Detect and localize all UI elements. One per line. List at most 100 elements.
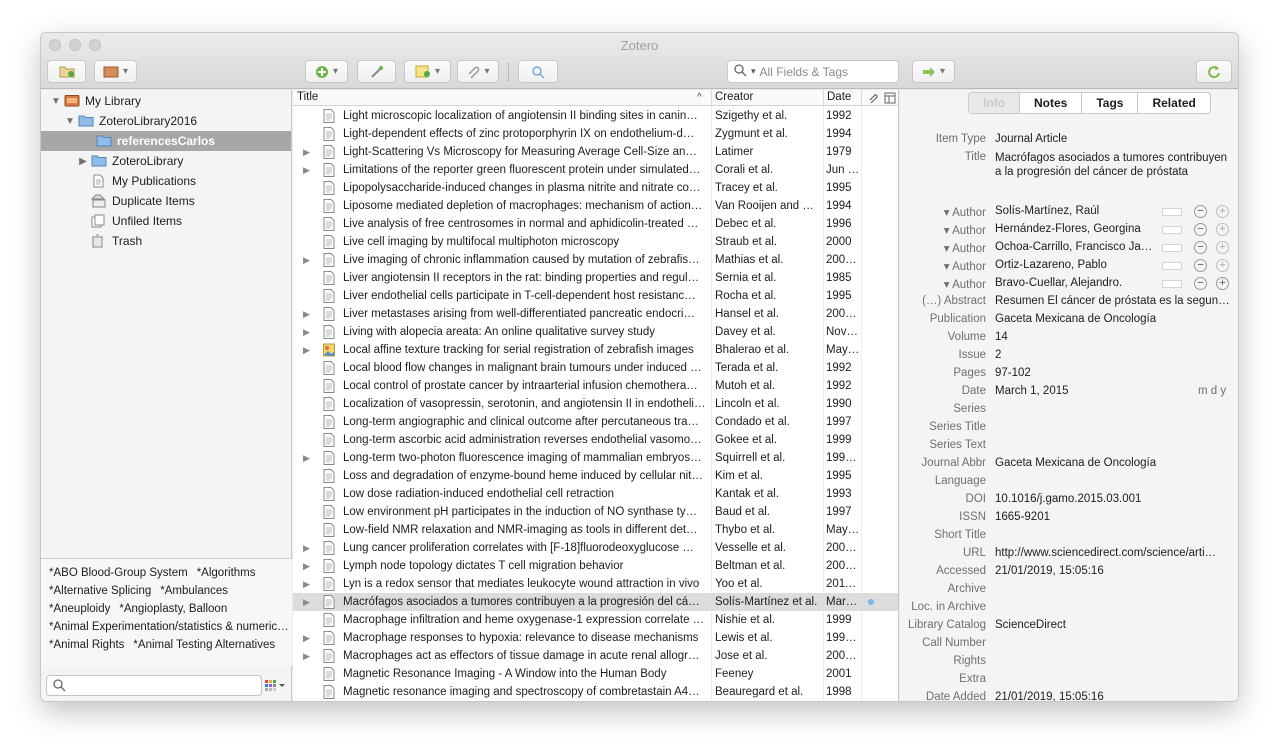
tab-notes[interactable]: Notes [1019, 93, 1081, 113]
field-value[interactable]: Ortiz-Lazareno, Pablo [995, 259, 1155, 271]
tab-related[interactable]: Related [1137, 93, 1209, 113]
collection-row[interactable]: My Publications [41, 171, 291, 191]
field-value[interactable]: March 1, 2015 [995, 385, 1185, 397]
item-row[interactable]: Low environment pH participates in the i… [293, 503, 898, 521]
item-disclosure-icon[interactable]: ▶ [303, 323, 310, 341]
item-row[interactable]: Liver angiotensin II receptors in the ra… [293, 269, 898, 287]
item-row[interactable]: Low-field NMR relaxation and NMR-imaging… [293, 521, 898, 539]
item-disclosure-icon[interactable]: ▶ [303, 539, 310, 557]
item-row[interactable]: ▶ Lyn is a redox sensor that mediates leu… [293, 575, 898, 593]
item-row[interactable]: Localization of vasopressin, serotonin, … [293, 395, 898, 413]
tag-item[interactable]: *Aneuploidy [49, 603, 110, 615]
item-row[interactable]: ▶ Macrófagos asociados a tumores contribu… [293, 593, 898, 611]
add-author-icon[interactable]: + [1216, 241, 1229, 254]
tag-item[interactable]: *Alternative Splicing [49, 585, 151, 597]
field-label[interactable]: ▾ Author [900, 259, 986, 273]
item-row[interactable]: Magnetic resonance imaging and spectrosc… [293, 683, 898, 701]
field-value[interactable]: Ochoa-Carrillo, Francisco Ja… [995, 241, 1155, 253]
field-value[interactable]: 21/01/2019, 15:05:16 [995, 691, 1231, 701]
field-value[interactable]: Gaceta Mexicana de Oncología [995, 313, 1231, 325]
disclosure-open-icon[interactable]: ▼ [65, 116, 75, 127]
item-row[interactable]: Liver endothelial cells participate in T… [293, 287, 898, 305]
item-row[interactable]: ▶ Live imaging of chronic inflammation ca… [293, 251, 898, 269]
field-value[interactable]: Macrófagos asociados a tumores contribuy… [995, 151, 1231, 179]
field-label[interactable]: ▾ Author [900, 205, 986, 219]
remove-author-icon[interactable]: − [1194, 259, 1207, 272]
item-disclosure-icon[interactable]: ▶ [303, 629, 310, 647]
new-item-button[interactable]: ▾ [305, 60, 348, 83]
remove-author-icon[interactable]: − [1194, 205, 1207, 218]
item-row[interactable]: Long-term ascorbic acid administration r… [293, 431, 898, 449]
field-value[interactable]: Bravo-Cuellar, Alejandro. [995, 277, 1155, 289]
tab-tags[interactable]: Tags [1081, 93, 1137, 113]
item-disclosure-icon[interactable]: ▶ [303, 647, 310, 665]
column-picker-icon[interactable] [884, 92, 896, 104]
item-row[interactable]: ▶ Long-term two-photon fluorescence imagi… [293, 449, 898, 467]
tag-item[interactable]: *Animal Rights [49, 639, 124, 651]
search-input[interactable]: ▾ All Fields & Tags [727, 60, 899, 83]
field-value[interactable]: 10.1016/j.gamo.2015.03.001 [995, 493, 1231, 505]
tag-item[interactable]: *Animal Testing Alternatives [133, 639, 275, 651]
collection-row[interactable]: Duplicate Items [41, 191, 291, 211]
item-disclosure-icon[interactable]: ▶ [303, 449, 310, 467]
new-note-button[interactable]: ▾ [404, 60, 451, 83]
add-attachment-button[interactable]: ▾ [457, 60, 499, 83]
item-row[interactable]: ▶ Lung cancer proliferation correlates wi… [293, 539, 898, 557]
tag-item[interactable]: *Algorithms [197, 567, 256, 579]
disclosure-closed-icon[interactable]: ▶ [78, 156, 88, 167]
collection-row[interactable]: ▼ ZoteroLibrary2016 [41, 111, 291, 131]
field-value[interactable]: 21/01/2019, 15:05:16 [995, 565, 1231, 577]
item-row[interactable]: Low dose radiation-induced endothelial c… [293, 485, 898, 503]
item-row[interactable]: Live analysis of free centrosomes in nor… [293, 215, 898, 233]
author-mode-toggle[interactable] [1162, 208, 1182, 216]
search-mode-chevron-icon[interactable]: ▾ [751, 66, 756, 77]
add-author-icon[interactable]: + [1216, 205, 1229, 218]
sort-ascending-icon[interactable]: ^ [697, 92, 702, 103]
item-disclosure-icon[interactable]: ▶ [303, 251, 310, 269]
field-label[interactable]: ▾ Author [900, 277, 986, 291]
item-disclosure-icon[interactable]: ▶ [303, 593, 310, 611]
item-row[interactable]: ▶ Local affine texture tracking for seria… [293, 341, 898, 359]
field-label[interactable]: ▾ Author [900, 223, 986, 237]
collection-row[interactable]: ▶ ZoteroLibrary [41, 151, 291, 171]
remove-author-icon[interactable]: − [1194, 277, 1207, 290]
item-row[interactable]: ▶ Light-Scattering Vs Microscopy for Meas… [293, 143, 898, 161]
item-row[interactable]: Light-dependent effects of zinc protopor… [293, 125, 898, 143]
new-collection-button[interactable] [47, 60, 86, 83]
author-mode-toggle[interactable] [1162, 280, 1182, 288]
collection-row[interactable]: ▼ My Library [41, 91, 291, 111]
add-by-identifier-button[interactable] [357, 60, 396, 83]
tag-item[interactable]: *Angioplasty, Balloon [119, 603, 227, 615]
item-row[interactable]: ▶ Limitations of the reporter green fluor… [293, 161, 898, 179]
item-row[interactable]: Lipopolysaccharide-induced changes in pl… [293, 179, 898, 197]
field-value[interactable]: Resumen El cáncer de próstata es la segu… [995, 295, 1231, 307]
locate-button[interactable]: ▾ [912, 60, 955, 83]
field-label[interactable]: ▾ Author [900, 241, 986, 255]
date-column-header[interactable]: Date [827, 91, 851, 103]
item-row[interactable]: ▶ Lymph node topology dictates T cell mig… [293, 557, 898, 575]
item-row[interactable]: Live cell imaging by multifocal multipho… [293, 233, 898, 251]
item-disclosure-icon[interactable]: ▶ [303, 143, 310, 161]
item-row[interactable]: Long-term angiographic and clinical outc… [293, 413, 898, 431]
item-disclosure-icon[interactable]: ▶ [303, 161, 310, 179]
item-row[interactable]: ▶ Macrophages act as effectors of tissue … [293, 647, 898, 665]
add-author-icon[interactable]: + [1216, 223, 1229, 236]
tag-item[interactable]: *Animal Experimentation/statistics & num… [49, 621, 289, 633]
item-row[interactable]: Liposome mediated depletion of macrophag… [293, 197, 898, 215]
field-value[interactable]: 1665-9201 [995, 511, 1231, 523]
attachment-column-icon[interactable] [867, 92, 879, 104]
item-row[interactable]: ▶ Living with alopecia areata: An online … [293, 323, 898, 341]
field-value[interactable]: Journal Article [995, 133, 1231, 145]
tag-item[interactable]: *ABO Blood-Group System [49, 567, 188, 579]
remove-author-icon[interactable]: − [1194, 241, 1207, 254]
add-author-icon[interactable]: + [1216, 259, 1229, 272]
item-row[interactable]: ▶ Liver metastases arising from well-diff… [293, 305, 898, 323]
field-value[interactable]: 97-102 [995, 367, 1231, 379]
item-row[interactable]: Local control of prostate cancer by intr… [293, 377, 898, 395]
item-row[interactable]: Local blood flow changes in malignant br… [293, 359, 898, 377]
item-disclosure-icon[interactable]: ▶ [303, 341, 310, 359]
field-value[interactable]: 2 [995, 349, 1231, 361]
author-mode-toggle[interactable] [1162, 226, 1182, 234]
new-library-button[interactable]: ▾ [94, 60, 137, 83]
tab-info[interactable]: Info [969, 93, 1019, 113]
